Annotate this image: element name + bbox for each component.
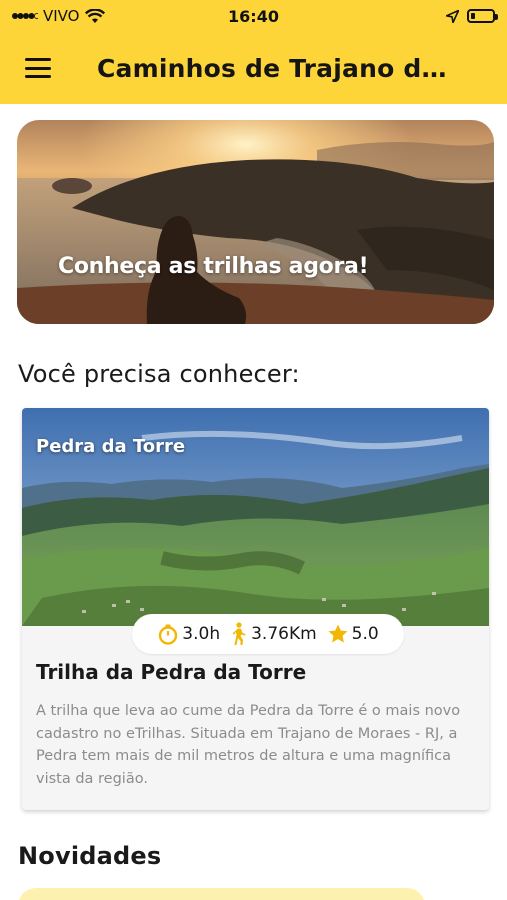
status-right [446, 9, 498, 23]
news-card-peek[interactable] [18, 888, 425, 900]
duration-stat: 3.0h [157, 623, 220, 645]
carrier-name: VIVO [43, 7, 80, 25]
trail-card[interactable]: Pedra da Torre 3.0h 3.76Km 5.0 Trilha da… [22, 408, 489, 810]
battery-icon [467, 9, 498, 23]
rating-stat: 5.0 [327, 623, 379, 645]
trail-card-image: Pedra da Torre [22, 408, 489, 626]
hamburger-icon[interactable] [25, 58, 51, 78]
hero-caption: Conheça as trilhas agora! [58, 254, 369, 279]
hero-image [17, 120, 494, 324]
distance-value: 3.76Km [251, 624, 317, 644]
trail-title: Trilha da Pedra da Torre [36, 660, 307, 684]
wifi-icon [84, 8, 105, 23]
news-section-title: Novidades [18, 842, 162, 870]
signal-icon [12, 13, 38, 19]
distance-stat: 3.76Km [230, 622, 317, 646]
rating-value: 5.0 [351, 624, 379, 644]
hero-banner[interactable]: Conheça as trilhas agora! [17, 120, 494, 324]
location-arrow-icon [446, 9, 459, 23]
trail-image-label: Pedra da Torre [36, 436, 186, 457]
status-bar: VIVO 16:40 [0, 0, 507, 32]
duration-value: 3.0h [182, 624, 221, 644]
trail-description: A trilha que leva ao cume da Pedra da To… [36, 703, 461, 787]
app-bar: Caminhos de Trajano de Moraes [0, 32, 507, 104]
star-icon [328, 624, 348, 643]
status-left: VIVO [12, 7, 105, 25]
featured-section-title: Você precisa conhecer: [18, 360, 300, 388]
app-title: Caminhos de Trajano de Moraes [97, 53, 457, 83]
stopwatch-icon [159, 624, 178, 645]
hiker-icon [232, 622, 246, 645]
trail-stats: 3.0h 3.76Km 5.0 [132, 614, 404, 654]
